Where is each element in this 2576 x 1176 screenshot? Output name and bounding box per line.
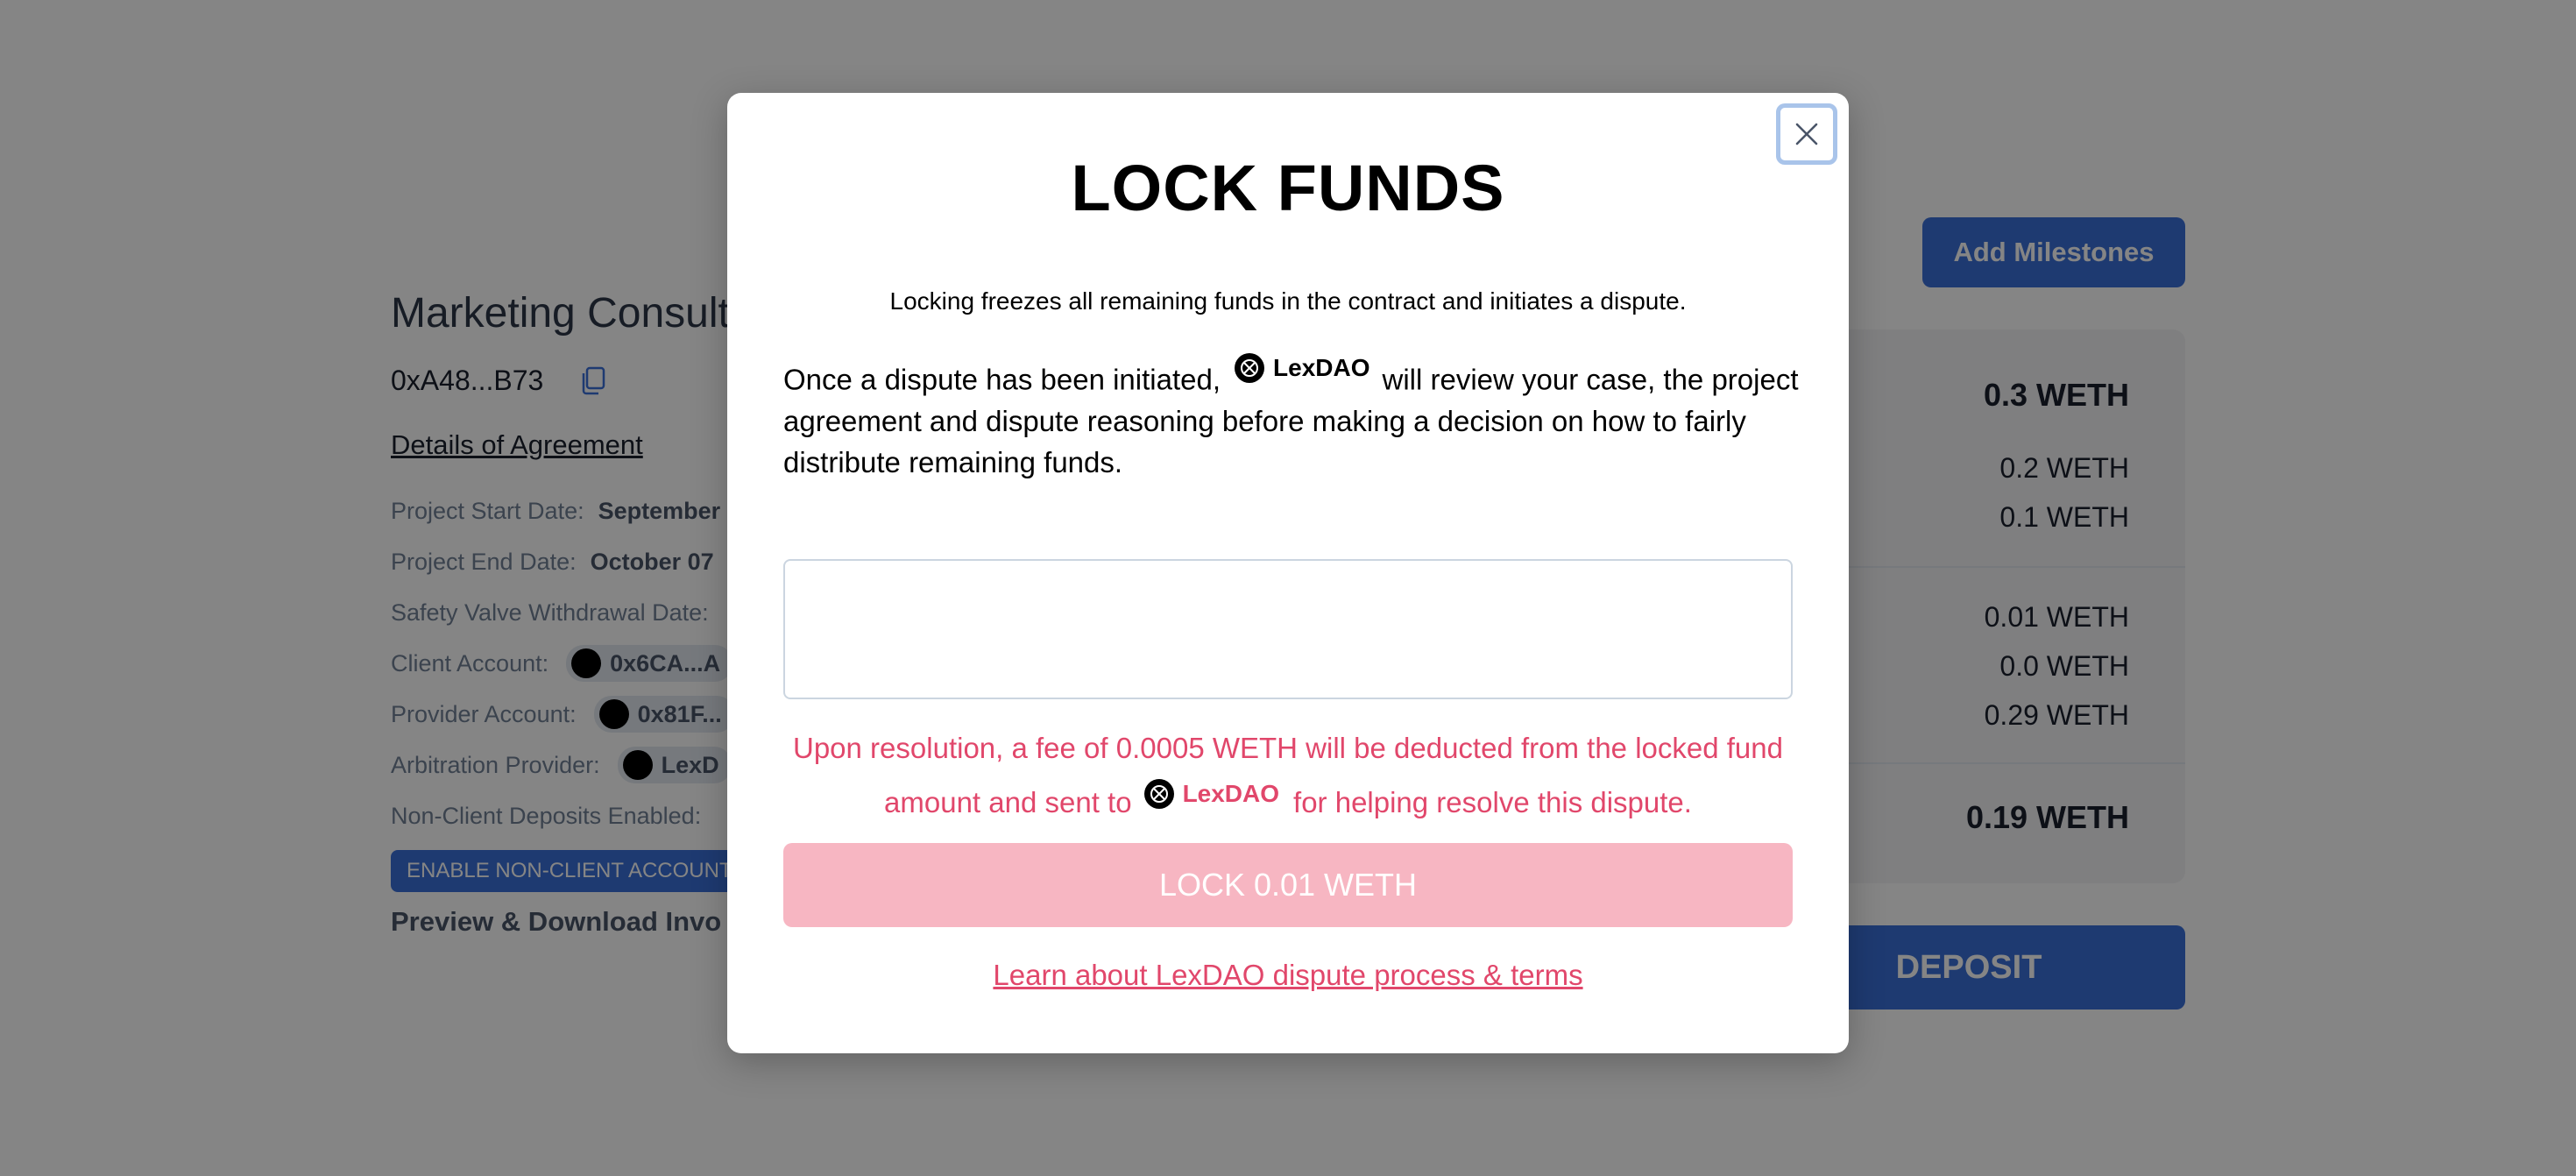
modal-title: LOCK FUNDS [1071,152,1505,224]
lock-funds-modal: LOCK FUNDS Locking freezes all remaining… [727,93,1849,1053]
lexdao-logo-icon [1235,352,1265,383]
fee-notice-after: for helping resolve this dispute. [1293,786,1692,818]
arbiter-badge: LexDAO [1235,347,1369,388]
modal-description: Once a dispute has been initiated, LexDAO… [783,347,1800,483]
fee-notice: Upon resolution, a fee of 0.0005 WETH wi… [783,726,1793,825]
modal-subtitle: Locking freezes all remaining funds in t… [889,287,1687,315]
lock-funds-button[interactable]: LOCK 0.01 WETH [783,843,1793,927]
dispute-reason-input[interactable] [783,559,1793,699]
lexdao-logo-icon [1143,779,1174,809]
learn-about-dispute-link[interactable]: Learn about LexDAO dispute process & ter… [727,959,1849,992]
close-icon [1795,123,1818,145]
arbiter-name: LexDAO [1273,354,1370,381]
arbiter-badge: LexDAO [1143,771,1280,817]
arbiter-name: LexDAO [1182,780,1280,807]
description-before: Once a dispute has been initiated, [783,363,1221,396]
